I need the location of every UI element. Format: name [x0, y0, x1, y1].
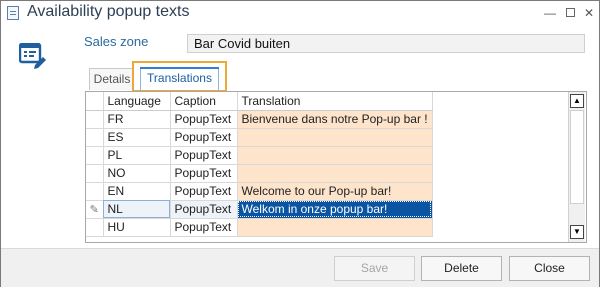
- scroll-thumb[interactable]: [570, 110, 584, 204]
- caption-cell[interactable]: PopupText: [170, 110, 238, 129]
- header-row: Language Caption Translation: [86, 92, 433, 111]
- close-button[interactable]: Close: [509, 256, 590, 281]
- row-indicator[interactable]: [86, 218, 104, 237]
- document-icon: [7, 6, 19, 20]
- language-cell[interactable]: NL: [103, 200, 171, 219]
- row-indicator[interactable]: [86, 110, 104, 129]
- translation-cell[interactable]: [237, 128, 433, 147]
- caption-cell[interactable]: PopupText: [170, 200, 238, 219]
- language-cell[interactable]: EN: [103, 182, 171, 201]
- row-indicator[interactable]: [86, 182, 104, 201]
- scroll-down-icon[interactable]: ▼: [570, 225, 584, 239]
- column-header-language[interactable]: Language: [103, 92, 171, 111]
- table-row[interactable]: FR PopupText Bienvenue dans notre Pop-up…: [86, 110, 433, 129]
- language-cell[interactable]: HU: [103, 218, 171, 237]
- row-indicator-header: [86, 92, 104, 111]
- translation-cell[interactable]: Welcome to our Pop-up bar!: [237, 182, 433, 201]
- caption-cell[interactable]: PopupText: [170, 182, 238, 201]
- sales-zone-label: Sales zone: [84, 34, 149, 49]
- tab-translations[interactable]: Translations: [140, 67, 219, 90]
- table-row[interactable]: ES PopupText: [86, 128, 433, 147]
- translation-cell[interactable]: Bienvenue dans notre Pop-up bar !: [237, 110, 433, 129]
- translation-cell[interactable]: Welkom in onze popup bar!: [237, 200, 433, 219]
- maximize-icon[interactable]: [562, 5, 578, 21]
- minimize-icon[interactable]: —: [542, 5, 558, 21]
- table-row[interactable]: NO PopupText: [86, 164, 433, 183]
- caption-cell[interactable]: PopupText: [170, 128, 238, 147]
- translation-cell[interactable]: [237, 164, 433, 183]
- vertical-scrollbar[interactable]: ▲ ▼: [568, 92, 585, 242]
- table-row[interactable]: EN PopupText Welcome to our Pop-up bar!: [86, 182, 433, 201]
- translations-grid: Language Caption Translation FR PopupTex…: [85, 91, 587, 243]
- tab-details[interactable]: Details: [89, 68, 135, 90]
- language-cell[interactable]: FR: [103, 110, 171, 129]
- caption-cell[interactable]: PopupText: [170, 146, 238, 165]
- language-cell[interactable]: ES: [103, 128, 171, 147]
- sales-zone-field[interactable]: Bar Covid buiten: [187, 34, 585, 53]
- column-header-translation[interactable]: Translation: [237, 92, 433, 111]
- row-indicator[interactable]: ✎: [86, 200, 104, 219]
- title-bar: Availability popup texts — ✕: [1, 1, 599, 26]
- table-row[interactable]: HU PopupText: [86, 218, 433, 237]
- tab-translations-highlight: Translations: [132, 61, 227, 92]
- availability-popup-texts-window: Availability popup texts — ✕ Sales zone …: [0, 0, 600, 287]
- column-header-caption[interactable]: Caption: [170, 92, 238, 111]
- scroll-up-icon[interactable]: ▲: [570, 94, 584, 108]
- table-row[interactable]: PL PopupText: [86, 146, 433, 165]
- caption-cell[interactable]: PopupText: [170, 218, 238, 237]
- row-indicator[interactable]: [86, 146, 104, 165]
- caption-cell[interactable]: PopupText: [170, 164, 238, 183]
- form-edit-icon: [19, 43, 46, 69]
- language-cell[interactable]: NO: [103, 164, 171, 183]
- pencil-icon: ✎: [89, 204, 99, 216]
- close-icon[interactable]: ✕: [581, 5, 597, 21]
- row-indicator[interactable]: [86, 164, 104, 183]
- save-button[interactable]: Save: [334, 256, 415, 281]
- row-indicator[interactable]: [86, 128, 104, 147]
- table-row-selected[interactable]: ✎ NL PopupText Welkom in onze popup bar!: [86, 200, 433, 219]
- translation-cell[interactable]: [237, 146, 433, 165]
- window-title: Availability popup texts: [27, 3, 190, 20]
- language-cell[interactable]: PL: [103, 146, 171, 165]
- translations-table: Language Caption Translation FR PopupTex…: [86, 92, 433, 237]
- delete-button[interactable]: Delete: [421, 256, 502, 281]
- button-bar: Save Delete Close: [1, 248, 599, 287]
- translation-cell[interactable]: [237, 218, 433, 237]
